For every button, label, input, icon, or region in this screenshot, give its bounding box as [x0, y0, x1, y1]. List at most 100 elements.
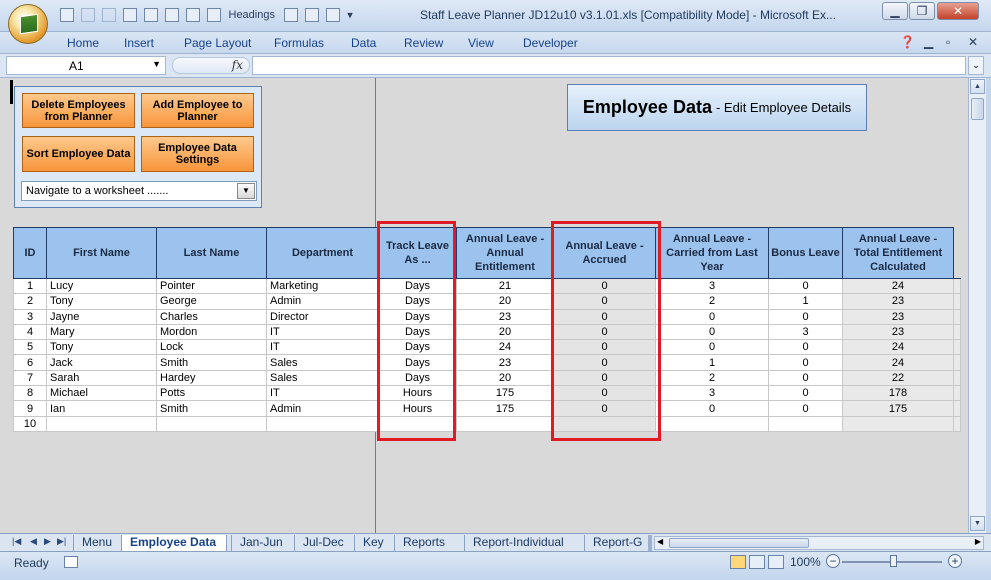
cell-first[interactable]: Ian — [46, 400, 157, 417]
cell-annual[interactable]: 23 — [456, 354, 554, 371]
cell-dept[interactable]: Sales — [266, 354, 379, 371]
cell-id[interactable]: 8 — [13, 385, 47, 402]
cell-id[interactable]: 3 — [13, 309, 47, 325]
header-id[interactable]: ID — [13, 227, 47, 279]
cell-track[interactable]: Days — [378, 339, 457, 356]
cell-id[interactable]: 1 — [13, 278, 47, 295]
prev-sheet-icon[interactable]: ◀ — [30, 536, 37, 547]
cell-carried[interactable]: 0 — [655, 324, 769, 341]
tab-formulas[interactable]: Formulas — [274, 36, 324, 50]
worksheet-area[interactable]: Delete Employees from Planner Add Employ… — [0, 78, 968, 533]
cell-dept[interactable]: Marketing — [266, 278, 379, 295]
cell-first[interactable]: Sarah — [46, 370, 157, 387]
cell-last[interactable]: Smith — [156, 400, 267, 417]
page-break-view-icon[interactable] — [768, 555, 784, 569]
cell-track[interactable]: Hours — [378, 385, 457, 402]
cell-last[interactable]: Mordon — [156, 324, 267, 341]
navigate-worksheet-select[interactable]: Navigate to a worksheet ....... ▼ — [21, 181, 257, 201]
cell-bonus[interactable]: 1 — [768, 293, 843, 310]
tab-insert[interactable]: Insert — [124, 36, 154, 50]
tab-developer[interactable]: Developer — [523, 36, 578, 50]
cell-id[interactable]: 2 — [13, 293, 47, 310]
cell-first[interactable]: Michael — [46, 385, 157, 402]
cell-last[interactable]: Charles — [156, 309, 267, 325]
cell-carried[interactable] — [655, 416, 769, 432]
cell-track[interactable]: Days — [378, 370, 457, 387]
cell-bonus[interactable]: 0 — [768, 370, 843, 387]
cell-track[interactable]: Days — [378, 293, 457, 310]
cell-last[interactable]: Lock — [156, 339, 267, 356]
formula-input[interactable] — [252, 56, 966, 75]
cell-bonus[interactable]: 3 — [768, 324, 843, 341]
zoom-out-icon[interactable]: − — [826, 554, 840, 568]
cell-bonus[interactable]: 0 — [768, 400, 843, 417]
sheet-tab-key[interactable]: Key — [354, 535, 394, 551]
cell-track[interactable] — [378, 416, 457, 432]
cell-accrued[interactable]: 0 — [553, 339, 656, 356]
cell-dept[interactable]: Sales — [266, 370, 379, 387]
cell-accrued[interactable]: 0 — [553, 400, 656, 417]
cell-accrued[interactable] — [553, 416, 656, 432]
header-last-name[interactable]: Last Name — [156, 227, 267, 279]
chevron-down-icon[interactable]: ▼ — [152, 59, 161, 69]
employee-data-settings-button[interactable]: Employee Data Settings — [141, 136, 254, 172]
page-layout-view-icon[interactable] — [749, 555, 765, 569]
cell-id[interactable]: 9 — [13, 400, 47, 417]
vertical-scroll-thumb[interactable] — [971, 98, 984, 120]
header-track-leave[interactable]: Track Leave As ... — [378, 227, 457, 279]
sheet-tab-report-individual[interactable]: Report-Individual — [464, 535, 584, 551]
cell-annual[interactable]: 175 — [456, 385, 554, 402]
cell-last[interactable]: Potts — [156, 385, 267, 402]
cell-id[interactable]: 4 — [13, 324, 47, 341]
header-first-name[interactable]: First Name — [46, 227, 157, 279]
restore-button[interactable]: ❐ — [909, 2, 935, 20]
insert-function-icon[interactable]: fx — [232, 58, 243, 72]
cell-dept[interactable]: IT — [266, 324, 379, 341]
lock-icon[interactable] — [123, 8, 138, 22]
cell-first[interactable]: Tony — [46, 293, 157, 310]
cell-first[interactable]: Jayne — [46, 309, 157, 325]
cell-bonus[interactable]: 0 — [768, 354, 843, 371]
cell-bonus[interactable] — [768, 416, 843, 432]
cell-annual[interactable]: 24 — [456, 339, 554, 356]
scroll-left-icon[interactable]: ◀ — [657, 537, 663, 546]
add-employee-button[interactable]: Add Employee to Planner — [141, 93, 254, 128]
cell-last[interactable]: Hardey — [156, 370, 267, 387]
expand-formula-bar-icon[interactable]: ⌄ — [968, 56, 984, 75]
cell-track[interactable]: Hours — [378, 400, 457, 417]
cell-total[interactable]: 24 — [842, 354, 954, 371]
table-icon[interactable] — [144, 8, 159, 22]
zoom-level[interactable]: 100% — [790, 555, 821, 569]
minimize-button[interactable]: ▁ — [882, 2, 908, 20]
cell-last[interactable]: Smith — [156, 354, 267, 371]
cell-total[interactable]: 23 — [842, 293, 954, 310]
cell-annual[interactable]: 175 — [456, 400, 554, 417]
cell-first[interactable]: Jack — [46, 354, 157, 371]
gridlines-icon[interactable] — [284, 8, 299, 22]
cell-total[interactable]: 22 — [842, 370, 954, 387]
cell-track[interactable]: Days — [378, 324, 457, 341]
delete-employees-button[interactable]: Delete Employees from Planner — [22, 93, 135, 128]
vertical-scrollbar[interactable]: ▲ ▼ — [968, 78, 986, 533]
cell-last[interactable]: Pointer — [156, 278, 267, 295]
cell-dept[interactable]: Admin — [266, 293, 379, 310]
cell-accrued[interactable]: 0 — [553, 278, 656, 295]
checkbox-icon[interactable] — [207, 8, 222, 22]
cell-total[interactable]: 178 — [842, 385, 954, 402]
sheet-tab-reports[interactable]: Reports — [394, 535, 464, 551]
cell-first[interactable] — [46, 416, 157, 432]
cell-annual[interactable]: 20 — [456, 324, 554, 341]
tab-split-handle[interactable] — [648, 535, 652, 551]
last-sheet-icon[interactable]: ▶| — [57, 536, 66, 547]
cell-total[interactable]: 23 — [842, 324, 954, 341]
tab-home[interactable]: Home — [67, 36, 99, 50]
cell-bonus[interactable]: 0 — [768, 309, 843, 325]
cell-annual[interactable] — [456, 416, 554, 432]
cell-carried[interactable]: 0 — [655, 339, 769, 356]
cell-carried[interactable]: 2 — [655, 370, 769, 387]
close-button[interactable]: ✕ — [937, 2, 979, 20]
zoom-in-icon[interactable]: + — [948, 554, 962, 568]
cell-dept[interactable]: IT — [266, 339, 379, 356]
next-sheet-icon[interactable]: ▶ — [44, 536, 51, 547]
horizontal-scrollbar[interactable]: ◀ ▶ — [654, 536, 984, 550]
